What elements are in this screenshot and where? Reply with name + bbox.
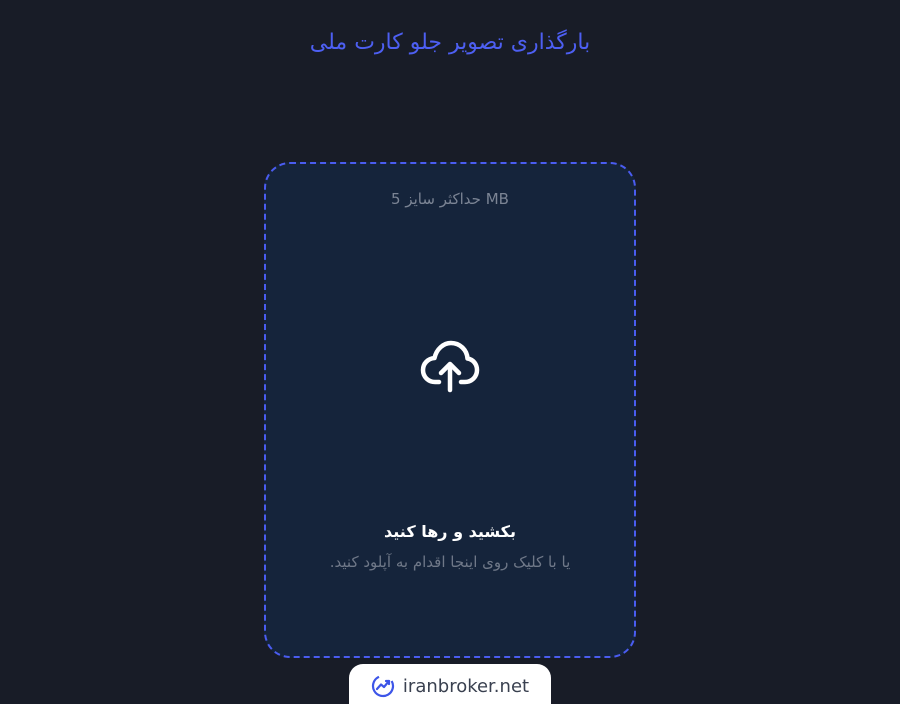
max-size-label: حداکثر سایز 5 MB [391,190,509,208]
upload-dropzone[interactable]: حداکثر سایز 5 MB بکشید و رها کنید یا با … [264,162,636,658]
trend-chart-icon [371,674,395,698]
cloud-upload-icon [420,340,480,393]
brand-name: iranbroker.net [402,675,530,697]
drag-drop-title: بکشید و رها کنید [384,522,516,541]
page-title: بارگذاری تصویر جلو کارت ملی [309,30,591,55]
upload-page: بارگذاری تصویر جلو کارت ملی حداکثر سایز … [0,0,900,704]
brand-watermark: iranbroker.net [349,664,551,704]
click-upload-hint: یا با کلیک روی اینجا اقدام به آپلود کنید… [329,553,571,571]
